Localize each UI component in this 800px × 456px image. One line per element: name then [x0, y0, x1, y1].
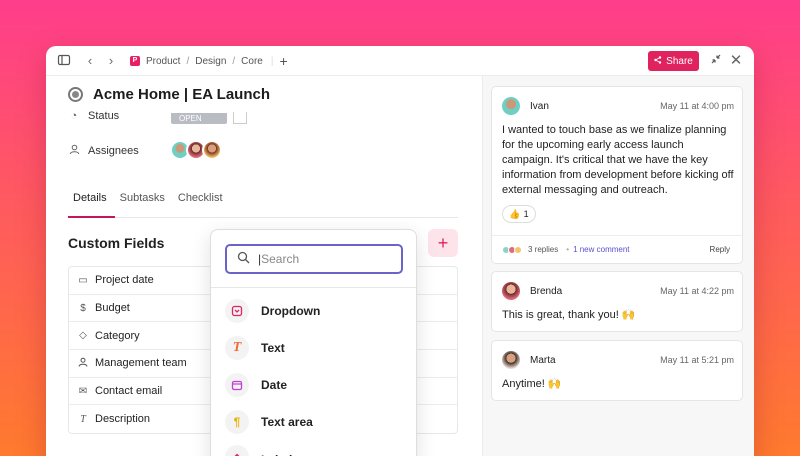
search-input[interactable]: |Search	[225, 244, 403, 274]
option-label: Dropdown	[261, 304, 321, 318]
option-label: Text area	[261, 415, 313, 429]
reaction-badge[interactable]: 👍 1	[502, 205, 536, 223]
status-circle-icon[interactable]	[68, 87, 83, 102]
comment-card: Marta May 11 at 5:21 pm Anytime! 🙌	[491, 340, 743, 401]
assignees-row: Assignees	[68, 144, 139, 158]
collapse-icon[interactable]	[708, 53, 724, 69]
dropdown-icon	[225, 299, 249, 323]
comment-footer: 3 replies • 1 new comment Reply	[492, 235, 742, 263]
assignee-avatars[interactable]	[170, 140, 222, 160]
divider	[211, 287, 416, 288]
comment-author: Brenda	[530, 285, 563, 297]
search-icon	[237, 251, 250, 267]
top-bar: ‹ › P Product / Design / Core | + Share …	[46, 46, 754, 76]
option-date[interactable]: Date	[225, 373, 287, 397]
status-row: ◔ Status	[68, 110, 120, 122]
calendar-icon	[225, 373, 249, 397]
task-title[interactable]: Acme Home | EA Launch	[93, 86, 270, 103]
search-placeholder: Search	[261, 252, 300, 266]
breadcrumb-item[interactable]: Core	[241, 56, 263, 67]
avatar	[502, 282, 520, 300]
comment-text: I wanted to touch base as we finalize pl…	[502, 124, 734, 196]
field-type-dropdown: |Search Dropdown T Text Date ¶ Text area…	[210, 229, 417, 456]
option-label-field[interactable]: ◆ Label	[225, 445, 292, 456]
tab-checklist[interactable]: Checklist	[173, 192, 231, 218]
status-icon: ◔	[70, 110, 78, 122]
breadcrumb-separator: /	[232, 55, 236, 67]
task-title-row: Acme Home | EA Launch	[68, 86, 270, 103]
reaction-count: 1	[523, 209, 529, 219]
add-field-button[interactable]: +	[428, 229, 458, 257]
breadcrumb: P Product / Design / Core | +	[130, 53, 288, 69]
status-label: Status	[88, 110, 120, 122]
option-label: Date	[261, 378, 288, 392]
field-label: Project date	[95, 274, 154, 287]
thumbs-up-icon: 👍	[509, 208, 521, 219]
comment-time: May 11 at 4:22 pm	[660, 286, 734, 296]
close-icon[interactable]: ✕	[728, 53, 744, 69]
breadcrumb-divider: |	[270, 55, 274, 67]
comment-time: May 11 at 4:00 pm	[660, 101, 734, 111]
status-check-button[interactable]	[233, 112, 247, 124]
option-label: Label	[261, 445, 292, 456]
text-area-icon: ¶	[225, 410, 249, 434]
option-text[interactable]: T Text	[225, 336, 285, 360]
tab-bar: Details Subtasks Checklist	[68, 192, 458, 218]
share-icon	[654, 55, 662, 67]
activity-pane: Ivan May 11 at 4:00 pm I wanted to touch…	[482, 76, 754, 456]
mail-icon: ✉	[78, 385, 88, 397]
label-icon: ◆	[225, 445, 249, 456]
breadcrumb-item[interactable]: Design	[195, 56, 226, 67]
comment-card: Ivan May 11 at 4:00 pm I wanted to touch…	[491, 86, 743, 264]
field-label: Category	[95, 329, 140, 342]
status-badge[interactable]: OPEN	[171, 113, 227, 124]
comment-card: Brenda May 11 at 4:22 pm This is great, …	[491, 271, 743, 332]
tab-subtasks[interactable]: Subtasks	[115, 192, 173, 218]
option-label: Text	[261, 341, 285, 355]
comment-author: Ivan	[530, 100, 549, 112]
field-label: Description	[95, 413, 151, 426]
reply-button[interactable]: Reply	[710, 245, 730, 254]
comment-text: This is great, thank you! 🙌	[502, 309, 636, 321]
custom-fields-title: Custom Fields	[68, 235, 165, 251]
bullet-separator: •	[566, 245, 570, 254]
comment-time: May 11 at 5:21 pm	[660, 355, 734, 365]
field-label: Budget	[95, 302, 130, 315]
user-icon	[77, 357, 89, 370]
avatar	[502, 97, 520, 115]
tab-details[interactable]: Details	[68, 192, 115, 218]
plus-icon[interactable]: +	[279, 53, 287, 69]
text-icon: T	[80, 413, 86, 425]
dollar-icon: $	[80, 302, 86, 314]
option-dropdown[interactable]: Dropdown	[225, 299, 320, 323]
comment-author: Marta	[530, 354, 556, 366]
calendar-icon: ▭	[78, 274, 88, 286]
task-window: ‹ › P Product / Design / Core | + Share …	[46, 46, 754, 456]
sidebar-toggle-icon[interactable]	[56, 53, 72, 69]
forward-arrow-icon[interactable]: ›	[103, 53, 119, 69]
share-label: Share	[666, 55, 693, 67]
comment-text: Anytime! 🙌	[502, 378, 562, 390]
avatar[interactable]	[202, 140, 222, 160]
new-comment-link[interactable]: 1 new comment	[573, 245, 629, 254]
assignees-label: Assignees	[88, 145, 139, 157]
avatar	[502, 351, 520, 369]
option-text-area[interactable]: ¶ Text area	[225, 410, 313, 434]
back-arrow-icon[interactable]: ‹	[82, 53, 98, 69]
comment-header: Brenda May 11 at 4:22 pm	[502, 282, 734, 300]
comment-header: Ivan May 11 at 4:00 pm	[502, 97, 734, 115]
breadcrumb-separator: /	[186, 55, 190, 67]
user-icon	[68, 144, 80, 158]
workspace-badge: P	[130, 56, 140, 66]
breadcrumb-item[interactable]: Product	[146, 56, 180, 67]
share-button[interactable]: Share	[648, 51, 699, 71]
replies-link[interactable]: 3 replies	[528, 245, 558, 254]
field-label: Management team	[95, 357, 187, 370]
tag-icon: ◇	[79, 330, 87, 342]
text-icon: T	[225, 336, 249, 360]
field-label: Contact email	[95, 385, 163, 398]
comment-header: Marta May 11 at 5:21 pm	[502, 351, 734, 369]
avatar	[514, 245, 522, 254]
